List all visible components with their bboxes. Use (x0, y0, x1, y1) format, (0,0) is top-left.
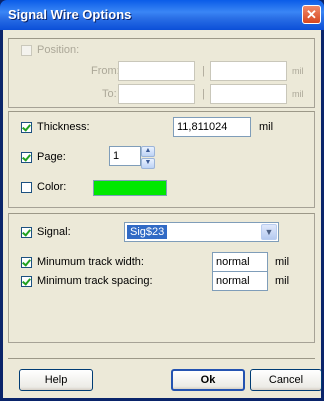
cancel-button[interactable]: Cancel (250, 369, 322, 391)
min-track-spacing-unit: mil (275, 275, 290, 287)
signal-group: Signal: Sig$23 ▼ Minumum track width: no… (8, 213, 315, 343)
chevron-up-icon[interactable]: ▲ (141, 146, 155, 157)
to-label: To: (102, 88, 117, 100)
signal-select[interactable]: Sig$23 ▼ (124, 222, 279, 242)
position-label: Position: (37, 44, 80, 56)
to-unit: mil (292, 89, 304, 99)
thickness-unit: mil (259, 121, 274, 133)
color-checkbox[interactable] (21, 182, 32, 193)
from-separator: | (202, 65, 205, 77)
position-group: Position: From: | mil To: | mil (8, 38, 315, 108)
signal-selected-value: Sig$23 (127, 225, 168, 239)
dialog-body: Position: From: | mil To: | mil Thicknes… (3, 30, 322, 398)
signal-checkbox[interactable] (21, 227, 32, 238)
from-y-field[interactable] (210, 61, 287, 81)
min-track-width-input[interactable]: normal (212, 252, 268, 272)
to-y-field[interactable] (210, 84, 287, 104)
close-icon: ✕ (306, 7, 317, 22)
ok-button[interactable]: Ok (171, 369, 245, 391)
min-track-spacing-checkbox[interactable] (21, 276, 32, 287)
title-bar[interactable]: Signal Wire Options ✕ (0, 0, 324, 30)
thickness-label: Thickness: (37, 121, 90, 133)
signal-label: Signal: (37, 226, 71, 238)
close-button[interactable]: ✕ (302, 5, 321, 24)
chevron-down-icon[interactable]: ▼ (261, 224, 277, 240)
from-label: From: (91, 65, 120, 77)
thickness-checkbox[interactable] (21, 122, 32, 133)
min-track-width-label: Minumum track width: (37, 256, 144, 268)
thickness-input[interactable]: 11,811024 (173, 117, 251, 137)
page-stepper[interactable]: ▲ ▼ (141, 146, 155, 169)
min-track-spacing-input[interactable]: normal (212, 271, 268, 291)
properties-group: Thickness: 11,811024 mil Page: 1 ▲ ▼ Col… (8, 111, 315, 208)
button-bar: Help Ok Cancel (8, 358, 322, 391)
min-track-width-unit: mil (275, 256, 290, 268)
from-unit: mil (292, 66, 304, 76)
chevron-down-icon[interactable]: ▼ (141, 158, 155, 169)
page-label: Page: (37, 151, 66, 163)
page-input[interactable]: 1 (109, 146, 141, 166)
color-swatch[interactable] (93, 180, 167, 196)
min-track-spacing-label: Minimum track spacing: (37, 275, 153, 287)
color-label: Color: (37, 181, 67, 193)
to-x-field[interactable] (118, 84, 195, 104)
help-button[interactable]: Help (19, 369, 93, 391)
dialog-window: Signal Wire Options ✕ Position: From: | … (0, 0, 324, 401)
min-track-width-checkbox[interactable] (21, 257, 32, 268)
position-checkbox[interactable] (21, 45, 32, 56)
dialog-title: Signal Wire Options (8, 7, 132, 22)
to-separator: | (202, 88, 205, 100)
page-checkbox[interactable] (21, 152, 32, 163)
from-x-field[interactable] (118, 61, 195, 81)
